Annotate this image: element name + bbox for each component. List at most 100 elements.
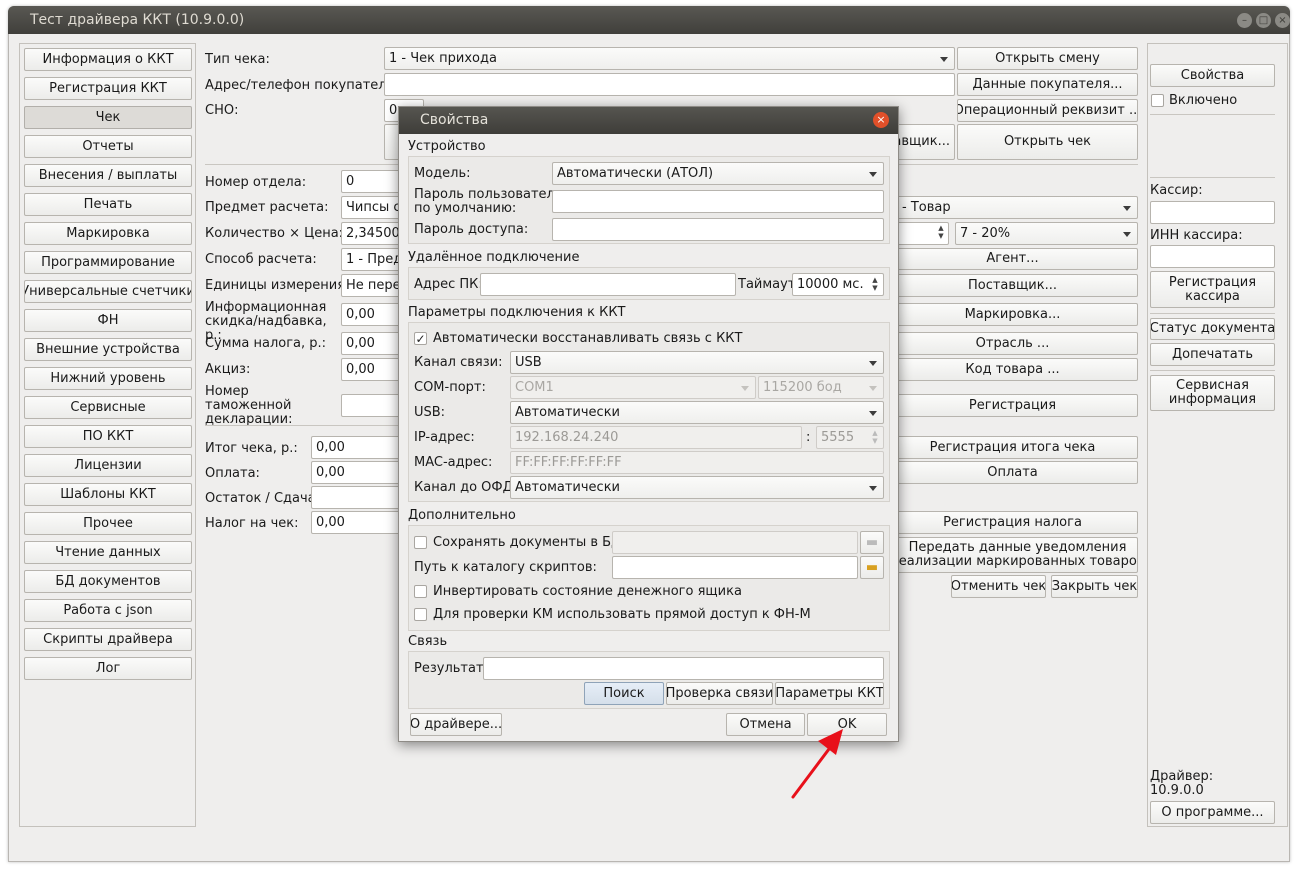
customs-input[interactable]: [341, 394, 401, 417]
nav-item[interactable]: Лог: [24, 657, 192, 680]
supplier-top-button[interactable]: авщик...: [897, 124, 955, 160]
nav-item[interactable]: ПО ККТ: [24, 425, 192, 448]
nav-item[interactable]: БД документов: [24, 570, 192, 593]
folder-icon[interactable]: ▬: [860, 556, 884, 579]
ip-input[interactable]: 192.168.24.240: [510, 426, 802, 449]
receipt-type-select[interactable]: 1 - Чек прихода: [384, 47, 955, 70]
payment-button[interactable]: Оплата: [887, 461, 1138, 484]
nav-item[interactable]: ФН: [24, 309, 192, 332]
cashier-input[interactable]: [1150, 201, 1275, 224]
qty-input[interactable]: 2,34500: [341, 222, 401, 245]
enabled-checkbox[interactable]: [1151, 94, 1164, 107]
user-password-input[interactable]: [552, 190, 884, 213]
usb-select[interactable]: Автоматически: [510, 401, 884, 424]
window-title: Тест драйвера ККТ (10.9.0.0): [30, 12, 245, 28]
maximize-icon[interactable]: □: [1256, 13, 1271, 28]
mac-input[interactable]: FF:FF:FF:FF:FF:FF: [510, 451, 884, 474]
model-select[interactable]: Автоматически (АТОЛ): [552, 162, 884, 185]
close-icon[interactable]: ×: [1275, 13, 1290, 28]
nav-item[interactable]: Чтение данных: [24, 541, 192, 564]
nav-item[interactable]: Работа с json: [24, 599, 192, 622]
receipt-tax-input[interactable]: 0,00: [311, 511, 401, 534]
properties-button[interactable]: Свойства: [1150, 64, 1275, 87]
register-tax-button[interactable]: Регистрация налога: [887, 511, 1138, 534]
operational-requisite-button[interactable]: Операционный реквизит ...: [957, 99, 1138, 122]
units-input[interactable]: Не перед: [341, 274, 401, 297]
payment-input[interactable]: 0,00: [311, 461, 401, 484]
auto-restore-checkbox[interactable]: ✓: [414, 332, 427, 345]
save-docs-path-input[interactable]: [612, 531, 858, 554]
nav-item[interactable]: Шаблоны ККТ: [24, 483, 192, 506]
minimize-icon[interactable]: –: [1237, 13, 1252, 28]
tax-sum-input[interactable]: 0,00: [341, 332, 401, 355]
nav-item[interactable]: Регистрация ККТ: [24, 77, 192, 100]
invert-drawer-checkbox[interactable]: [414, 585, 427, 598]
folder-icon[interactable]: ▬: [860, 531, 884, 554]
nav-item[interactable]: Сервисные: [24, 396, 192, 419]
result-input[interactable]: [483, 657, 884, 680]
supplier-button[interactable]: Поставщик...: [887, 274, 1138, 297]
save-docs-checkbox[interactable]: [414, 536, 427, 549]
department-input[interactable]: 0: [341, 170, 401, 193]
com-port-select[interactable]: COM1: [510, 376, 756, 399]
channel-label: Канал связи:: [414, 355, 503, 370]
kkt-params-button[interactable]: Параметры ККТ: [775, 682, 884, 705]
channel-select[interactable]: USB: [510, 351, 884, 374]
excise-input[interactable]: 0,00: [341, 358, 401, 381]
change-input[interactable]: [311, 486, 401, 509]
item-type-select[interactable]: - Товар: [897, 196, 1138, 219]
nav-item[interactable]: Прочее: [24, 512, 192, 535]
close-receipt-button[interactable]: Закрыть чек: [1051, 575, 1138, 598]
vat-select[interactable]: 7 - 20%: [955, 222, 1138, 245]
open-receipt-button[interactable]: Открыть чек: [957, 124, 1138, 160]
timeout-spin-icon[interactable]: ▲ ▼: [869, 276, 881, 292]
window-titlebar[interactable]: Тест драйвера ККТ (10.9.0.0) – □ ×: [8, 6, 1290, 34]
nav-item[interactable]: Программирование: [24, 251, 192, 274]
ofd-channel-select[interactable]: Автоматически: [510, 476, 884, 499]
nav-item[interactable]: Универсальные счетчики: [24, 280, 192, 303]
dialog-close-icon[interactable]: ×: [873, 112, 889, 128]
service-info-button[interactable]: Сервисная информация: [1150, 375, 1275, 411]
method-input[interactable]: 1 - Пред: [341, 248, 401, 271]
about-driver-button[interactable]: О драйвере...: [410, 713, 502, 736]
register-total-button[interactable]: Регистрация итога чека: [887, 436, 1138, 459]
total-input[interactable]: 0,00: [311, 436, 401, 459]
nav-item[interactable]: Информация о ККТ: [24, 48, 192, 71]
access-password-input[interactable]: [552, 218, 884, 241]
km-direct-checkbox[interactable]: [414, 608, 427, 621]
subject-input[interactable]: Чипсы с: [341, 196, 401, 219]
nav-item[interactable]: Отчеты: [24, 135, 192, 158]
nav-item[interactable]: Маркировка: [24, 222, 192, 245]
buyer-data-button[interactable]: Данные покупателя...: [957, 73, 1138, 96]
marking-button[interactable]: Маркировка...: [887, 303, 1138, 326]
spin-icon[interactable]: ▲ ▼: [935, 224, 947, 240]
baud-select[interactable]: 115200 бод: [758, 376, 884, 399]
discount-input[interactable]: 0,00: [341, 303, 401, 326]
about-program-button[interactable]: О программе...: [1150, 801, 1275, 824]
search-button[interactable]: Поиск: [584, 682, 664, 705]
register-cashier-button[interactable]: Регистрация кассира: [1150, 271, 1275, 308]
nav-item[interactable]: Скрипты драйвера: [24, 628, 192, 651]
document-status-button[interactable]: Статус документа: [1150, 318, 1275, 340]
open-shift-button[interactable]: Открыть смену: [957, 47, 1138, 70]
scripts-path-input[interactable]: [612, 556, 858, 579]
reprint-button[interactable]: Допечатать: [1150, 343, 1275, 366]
product-code-button[interactable]: Код товара ...: [887, 358, 1138, 381]
pc-address-input[interactable]: [480, 273, 736, 296]
dialog-titlebar[interactable]: Свойства ×: [399, 107, 898, 134]
register-button[interactable]: Регистрация: [887, 394, 1138, 417]
nav-item[interactable]: Печать: [24, 193, 192, 216]
nav-item[interactable]: Внешние устройства: [24, 338, 192, 361]
industry-button[interactable]: Отрасль ...: [887, 332, 1138, 355]
agent-button[interactable]: Агент...: [887, 248, 1138, 270]
nav-item[interactable]: Лицензии: [24, 454, 192, 477]
nav-item[interactable]: Нижний уровень: [24, 367, 192, 390]
nav-item[interactable]: Внесения / выплаты: [24, 164, 192, 187]
cashier-inn-input[interactable]: [1150, 245, 1275, 268]
buyer-input[interactable]: [384, 73, 955, 96]
port-spin-icon[interactable]: ▲ ▼: [869, 429, 881, 445]
cancel-receipt-button[interactable]: Отменить чек: [951, 575, 1046, 598]
nav-item[interactable]: Чек: [24, 106, 192, 129]
check-connection-button[interactable]: Проверка связи: [666, 682, 773, 705]
send-notice-button[interactable]: Передать данные уведомления реализации м…: [897, 537, 1138, 573]
